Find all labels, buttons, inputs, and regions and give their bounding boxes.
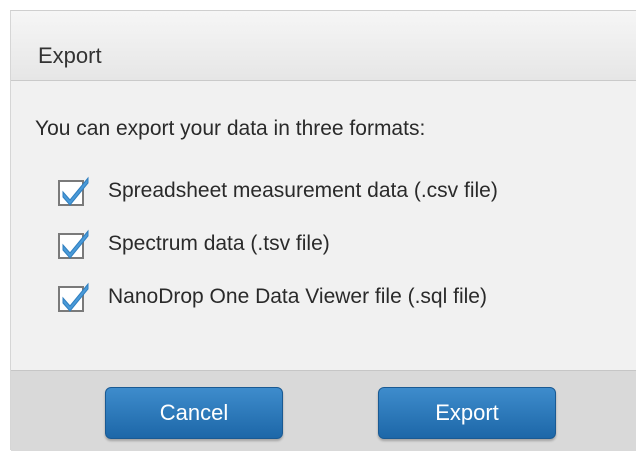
checkbox-checked-icon[interactable] [55, 173, 91, 209]
option-sql[interactable]: NanoDrop One Data Viewer file (.sql file… [55, 279, 487, 315]
option-tsv[interactable]: Spectrum data (.tsv file) [55, 226, 330, 262]
option-csv[interactable]: Spreadsheet measurement data (.csv file) [55, 173, 498, 209]
export-dialog: Export You can export your data in three… [10, 10, 636, 451]
option-label-tsv: Spectrum data (.tsv file) [108, 232, 330, 255]
dialog-header: Export [11, 11, 636, 81]
export-button[interactable]: Export [378, 387, 556, 439]
dialog-body: You can export your data in three format… [11, 81, 636, 370]
cancel-button[interactable]: Cancel [105, 387, 283, 439]
checkbox-checked-icon[interactable] [55, 226, 91, 262]
option-label-sql: NanoDrop One Data Viewer file (.sql file… [108, 285, 487, 308]
option-label-csv: Spreadsheet measurement data (.csv file) [108, 179, 498, 202]
dialog-footer: Cancel Export [11, 370, 636, 451]
checkbox-checked-icon[interactable] [55, 279, 91, 315]
intro-text: You can export your data in three format… [35, 117, 426, 140]
dialog-title: Export [38, 43, 102, 68]
